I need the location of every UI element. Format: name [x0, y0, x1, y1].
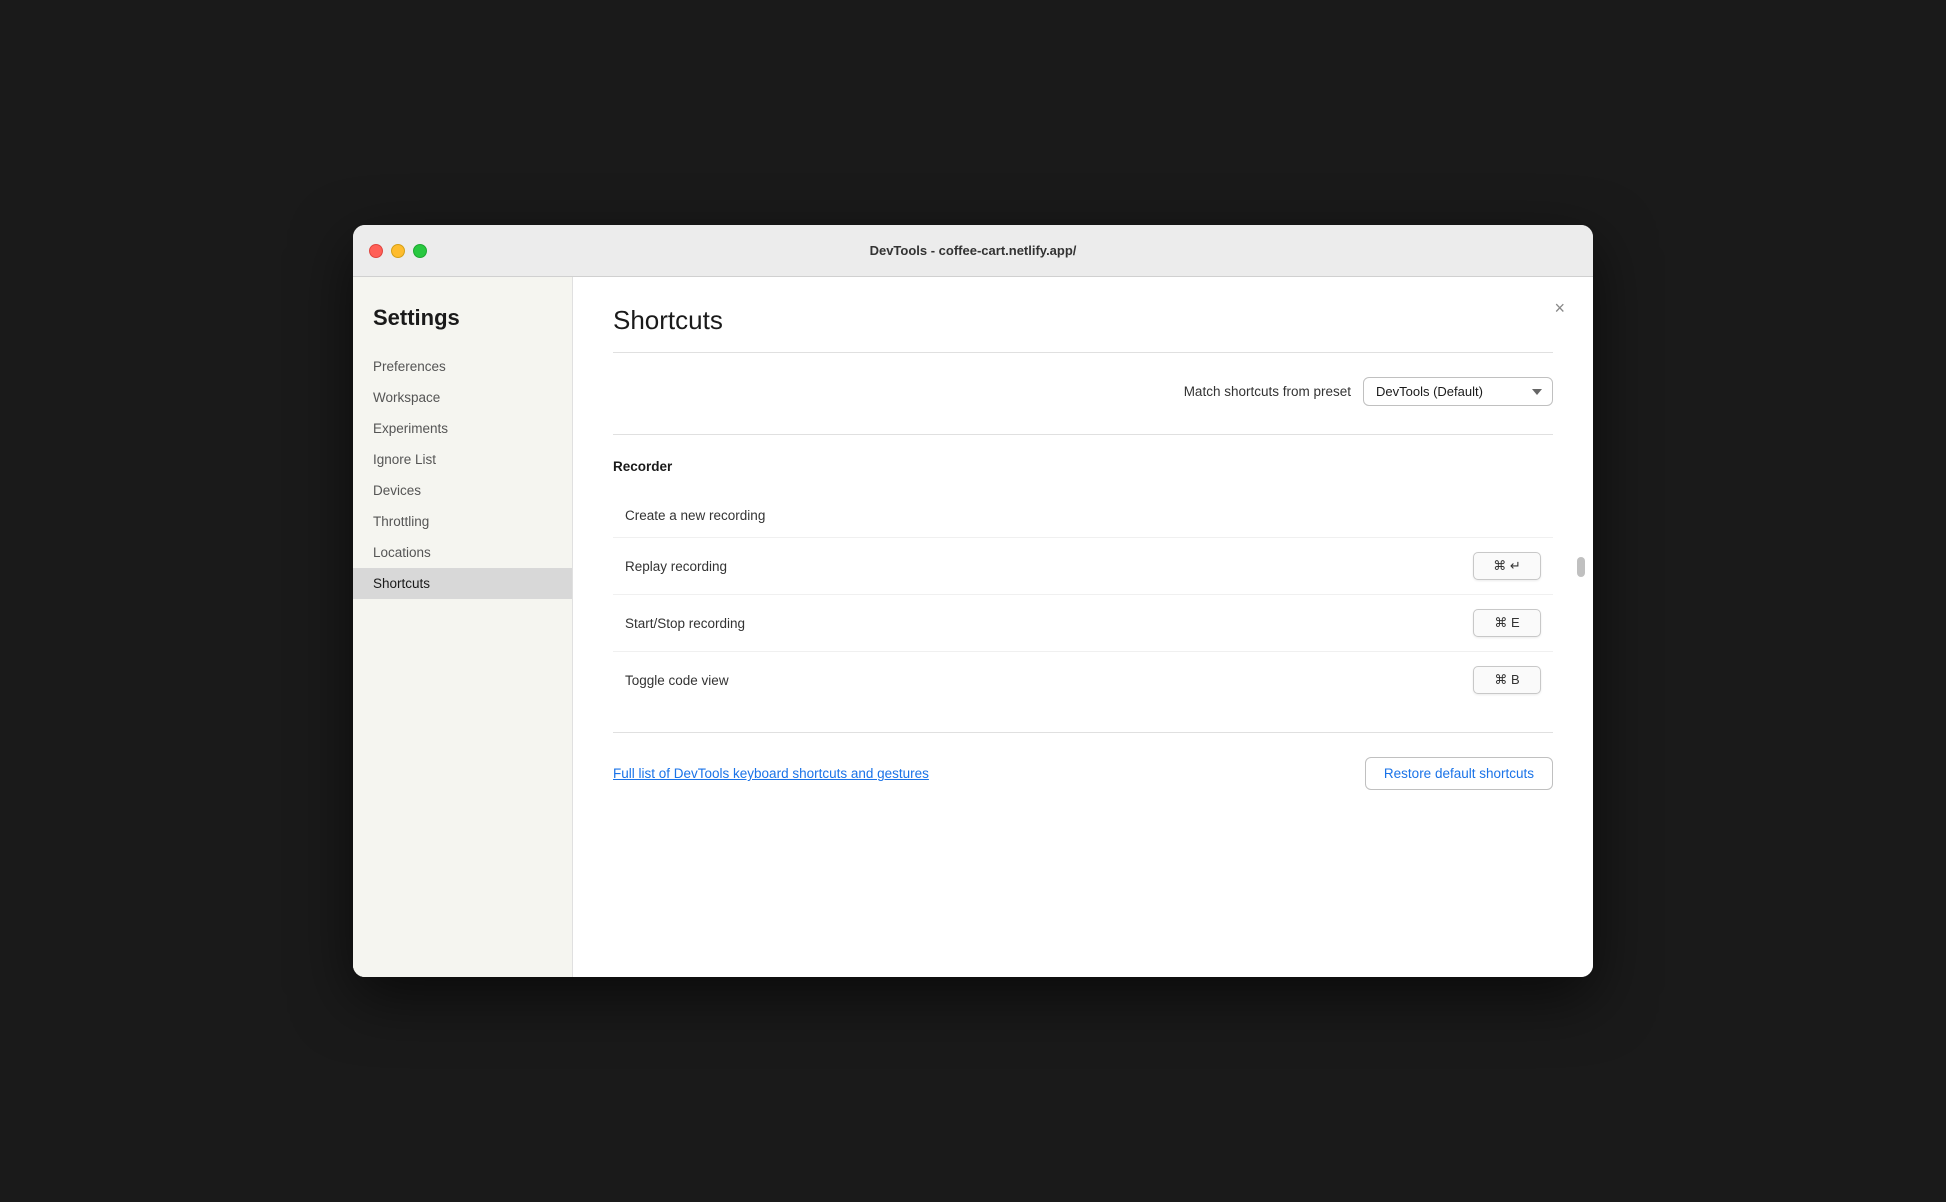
titlebar: DevTools - coffee-cart.netlify.app/ [353, 225, 1593, 277]
sidebar-item-ignore-list[interactable]: Ignore List [353, 444, 572, 475]
minimize-button-traffic[interactable] [391, 244, 405, 258]
page-title: Shortcuts [613, 305, 1553, 336]
table-row: Replay recording ⌘ ↵ [613, 538, 1553, 595]
sidebar-item-shortcuts[interactable]: Shortcuts [353, 568, 572, 599]
scrollbar-thumb[interactable] [1577, 557, 1585, 577]
shortcut-name-start-stop: Start/Stop recording [625, 616, 1453, 631]
close-dialog-button[interactable]: × [1546, 295, 1573, 321]
shortcut-key-start-stop[interactable]: ⌘ E [1473, 609, 1541, 637]
top-divider [613, 352, 1553, 353]
preset-select[interactable]: DevTools (Default) Visual Studio Code [1363, 377, 1553, 406]
shortcut-name-toggle-code: Toggle code view [625, 673, 1453, 688]
preset-row: Match shortcuts from preset DevTools (De… [613, 377, 1553, 406]
window-body: Settings Preferences Workspace Experimen… [353, 277, 1593, 977]
devtools-window: DevTools - coffee-cart.netlify.app/ Sett… [353, 225, 1593, 977]
shortcut-list: Create a new recording Replay recording … [613, 494, 1553, 708]
sidebar-item-throttling[interactable]: Throttling [353, 506, 572, 537]
table-row: Create a new recording [613, 494, 1553, 538]
footer-row: Full list of DevTools keyboard shortcuts… [613, 757, 1553, 790]
sidebar-item-devices[interactable]: Devices [353, 475, 572, 506]
scrollbar-track[interactable] [1577, 557, 1585, 577]
sidebar-item-locations[interactable]: Locations [353, 537, 572, 568]
table-row: Toggle code view ⌘ B [613, 652, 1553, 708]
shortcut-name-create: Create a new recording [625, 508, 1453, 523]
restore-defaults-button[interactable]: Restore default shortcuts [1365, 757, 1553, 790]
sidebar-item-preferences[interactable]: Preferences [353, 351, 572, 382]
traffic-lights [369, 244, 427, 258]
shortcut-key-toggle-code[interactable]: ⌘ B [1473, 666, 1541, 694]
table-row: Start/Stop recording ⌘ E [613, 595, 1553, 652]
preset-label: Match shortcuts from preset [1184, 384, 1351, 399]
window-title: DevTools - coffee-cart.netlify.app/ [870, 243, 1077, 258]
close-button-traffic[interactable] [369, 244, 383, 258]
sidebar-item-experiments[interactable]: Experiments [353, 413, 572, 444]
sidebar-item-workspace[interactable]: Workspace [353, 382, 572, 413]
recorder-section: Recorder Create a new recording Replay r… [613, 434, 1553, 708]
section-top-divider [613, 434, 1553, 435]
shortcut-key-replay[interactable]: ⌘ ↵ [1473, 552, 1541, 580]
full-list-link[interactable]: Full list of DevTools keyboard shortcuts… [613, 766, 929, 781]
settings-heading: Settings [353, 305, 572, 351]
sidebar: Settings Preferences Workspace Experimen… [353, 277, 573, 977]
maximize-button-traffic[interactable] [413, 244, 427, 258]
main-content: × Shortcuts Match shortcuts from preset … [573, 277, 1593, 977]
shortcut-name-replay: Replay recording [625, 559, 1453, 574]
section-title: Recorder [613, 459, 1553, 474]
bottom-divider [613, 732, 1553, 733]
